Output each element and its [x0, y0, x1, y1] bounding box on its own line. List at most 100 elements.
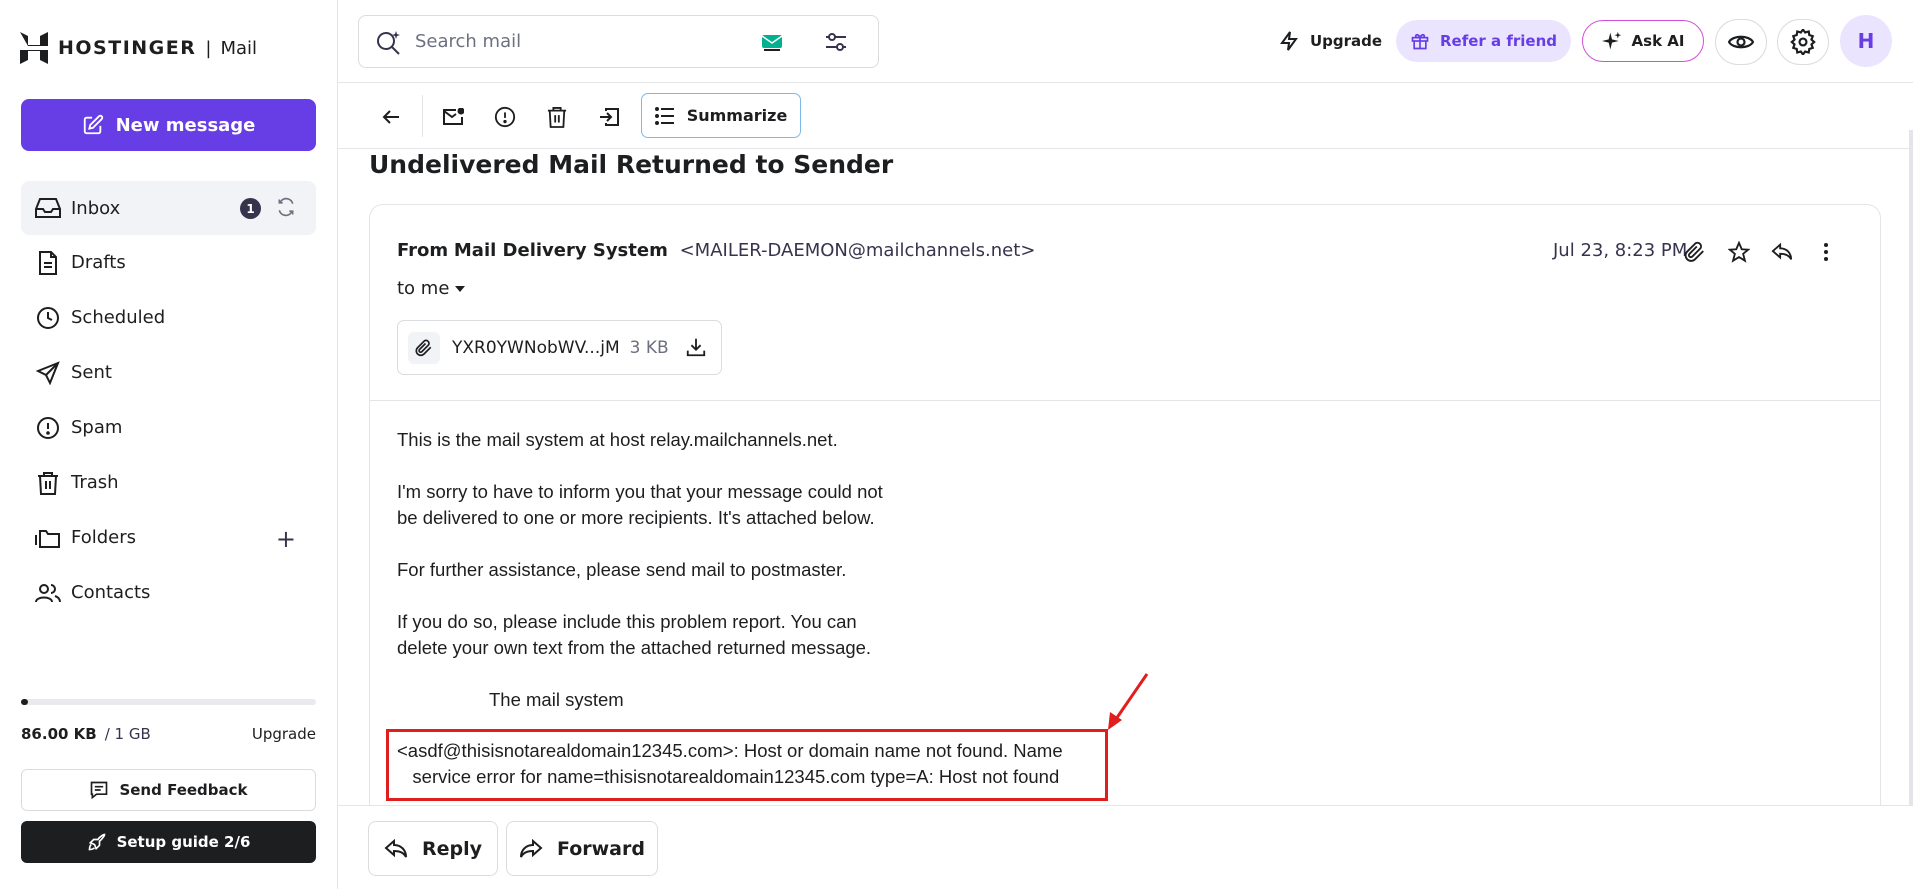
sidebar-item-label: Trash	[71, 472, 119, 493]
sidebar-item-label: Drafts	[71, 252, 126, 273]
sidebar-item-label: Inbox	[71, 197, 121, 219]
mail-ai-icon[interactable]	[761, 32, 783, 56]
new-message-button[interactable]: New message	[21, 99, 316, 151]
ai-search-icon	[377, 30, 400, 55]
new-message-label: New message	[115, 114, 256, 136]
message-toolbar: Summarize	[338, 83, 1913, 149]
sidebar-item-trash[interactable]: Trash	[21, 455, 316, 510]
download-icon[interactable]	[685, 336, 707, 363]
mail-unread-icon	[443, 108, 464, 125]
attachment-chip[interactable]: YXR0YWNobWV...jM 3 KB	[397, 320, 722, 375]
attachment-name: YXR0YWNobWV...jM	[452, 337, 620, 358]
star-icon[interactable]	[1726, 239, 1752, 265]
top-bar: Upgrade Refer a friend Ask AI H	[338, 0, 1913, 83]
paperclip-icon	[1682, 239, 1708, 265]
sender-name[interactable]: Mail Delivery System	[454, 240, 668, 261]
spam-icon	[494, 106, 516, 128]
rocket-icon	[88, 833, 105, 851]
storage-upgrade-link[interactable]: Upgrade	[252, 725, 316, 743]
storage-info: 86.00 KB / 1 GB Upgrade	[21, 725, 316, 743]
sender-address[interactable]: <MAILER-DAEMON@mailchannels.net>	[680, 240, 1036, 261]
refer-label: Refer a friend	[1439, 32, 1558, 50]
trash-icon	[547, 107, 567, 128]
upgrade-button[interactable]: Upgrade	[1266, 20, 1396, 62]
body-paragraph: For further assistance, please send mail…	[397, 559, 847, 580]
report-spam-button[interactable]	[488, 100, 522, 134]
email-body: This is the mail system at host relay.ma…	[397, 427, 883, 739]
recipients-label: to me	[397, 278, 450, 299]
preview-toggle-button[interactable]	[1715, 19, 1767, 65]
more-options-icon[interactable]	[1813, 239, 1839, 265]
body-paragraph: This is the mail system at host relay.ma…	[397, 429, 838, 450]
eye-icon	[1728, 35, 1754, 49]
caret-down-icon	[455, 285, 466, 292]
filter-icon[interactable]	[824, 31, 848, 57]
paperclip-icon	[408, 331, 440, 364]
add-folder-icon[interactable]: +	[276, 525, 296, 553]
back-button[interactable]	[374, 100, 408, 134]
mark-unread-button[interactable]	[436, 100, 470, 134]
storage-progress-bar	[21, 699, 316, 705]
sync-icon[interactable]	[276, 197, 296, 222]
feedback-icon	[91, 781, 108, 800]
annotation-arrow-icon	[1108, 673, 1149, 730]
error-highlight-box	[386, 729, 1108, 801]
reply-button[interactable]: Reply	[368, 821, 498, 876]
brand-separator: |	[205, 37, 212, 59]
ask-ai-label: Ask AI	[1631, 32, 1685, 50]
refer-a-friend-button[interactable]: Refer a friend	[1396, 20, 1571, 62]
sidebar-item-label: Scheduled	[71, 307, 166, 328]
folders-icon	[35, 525, 61, 551]
sidebar-item-label: Contacts	[71, 582, 151, 603]
reply-icon[interactable]	[1769, 239, 1795, 265]
compose-icon	[83, 114, 103, 135]
move-icon	[600, 108, 619, 126]
ask-ai-button[interactable]: Ask AI	[1582, 20, 1704, 62]
toolbar-divider	[422, 95, 423, 137]
forward-label: Forward	[557, 837, 645, 860]
sender-line: From Mail Delivery System <MAILER-DAEMON…	[397, 240, 1035, 261]
gift-icon	[1411, 33, 1429, 50]
arrow-left-icon	[382, 110, 399, 124]
move-to-folder-button[interactable]	[592, 100, 626, 134]
storage-progress-fill	[21, 699, 28, 705]
settings-button[interactable]	[1777, 19, 1829, 65]
send-feedback-label: Send Feedback	[119, 781, 248, 799]
header-divider	[370, 400, 1880, 401]
hostinger-logo-icon	[20, 32, 48, 64]
search-box[interactable]	[358, 15, 879, 68]
send-feedback-button[interactable]: Send Feedback	[21, 769, 316, 811]
sidebar-item-drafts[interactable]: Drafts	[21, 235, 316, 290]
lightning-icon	[1280, 31, 1298, 51]
user-avatar[interactable]: H	[1840, 15, 1892, 67]
list-icon	[654, 106, 674, 125]
ai-sparkle-icon	[1601, 31, 1621, 50]
recipients-toggle[interactable]: to me	[397, 278, 466, 299]
summarize-label: Summarize	[686, 106, 788, 125]
content-scrollbar[interactable]	[1909, 130, 1913, 805]
reply-icon	[384, 838, 407, 858]
product-name: Mail	[220, 37, 258, 59]
reply-actions-bar: Reply Forward	[338, 805, 1913, 889]
body-paragraph: If you do so, please include this proble…	[397, 611, 872, 658]
upgrade-label: Upgrade	[1310, 32, 1383, 50]
sidebar-item-scheduled[interactable]: Scheduled	[21, 290, 316, 345]
storage-used: 86.00 KB	[21, 725, 97, 743]
setup-guide-button[interactable]: Setup guide 2/6	[21, 821, 316, 863]
sidebar-item-inbox[interactable]: Inbox 1	[21, 181, 316, 235]
sidebar: HOSTINGER | Mail New message Inbox 1 Dra…	[0, 0, 338, 889]
sidebar-item-spam[interactable]: Spam	[21, 400, 316, 455]
body-paragraph: I'm sorry to have to inform you that you…	[397, 481, 883, 528]
storage-total: / 1 GB	[104, 725, 151, 743]
search-input[interactable]	[415, 31, 745, 52]
spam-icon	[35, 415, 61, 441]
forward-button[interactable]: Forward	[506, 821, 658, 876]
sidebar-item-contacts[interactable]: Contacts	[21, 565, 316, 620]
sidebar-item-sent[interactable]: Sent	[21, 345, 316, 400]
sidebar-item-folders[interactable]: Folders +	[21, 510, 316, 565]
inbox-icon	[35, 195, 61, 221]
summarize-button[interactable]: Summarize	[641, 93, 801, 138]
delete-button[interactable]	[540, 100, 574, 134]
hostinger-logo[interactable]: HOSTINGER | Mail	[20, 32, 257, 64]
sidebar-item-label: Folders	[71, 527, 137, 548]
